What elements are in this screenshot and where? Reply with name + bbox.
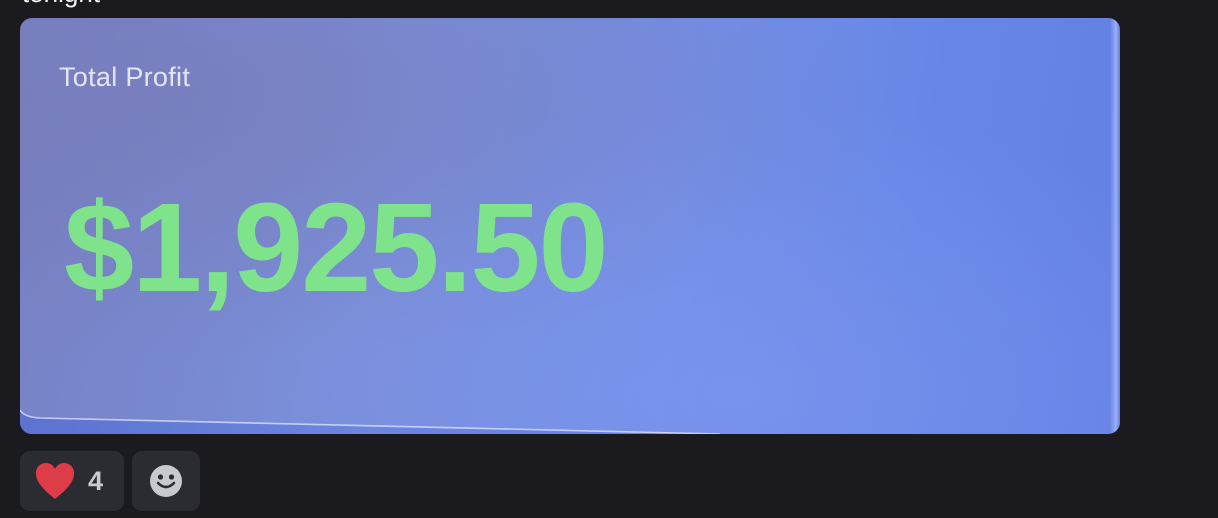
reaction-bar: 4 <box>20 451 200 511</box>
heart-icon <box>35 463 75 499</box>
message-text: tonight <box>22 0 100 8</box>
reaction-heart-button[interactable]: 4 <box>20 451 124 511</box>
chat-message: tonight Total Profit $1,925.50 4 <box>0 0 1218 518</box>
reaction-count: 4 <box>88 465 104 496</box>
total-profit-label: Total Profit <box>59 62 191 92</box>
image-attachment[interactable]: Total Profit $1,925.50 <box>20 18 1120 434</box>
add-reaction-button[interactable] <box>132 451 200 511</box>
total-profit-value: $1,925.50 <box>64 177 609 318</box>
add-reaction-icon <box>150 465 182 497</box>
card-edge <box>1110 18 1120 434</box>
